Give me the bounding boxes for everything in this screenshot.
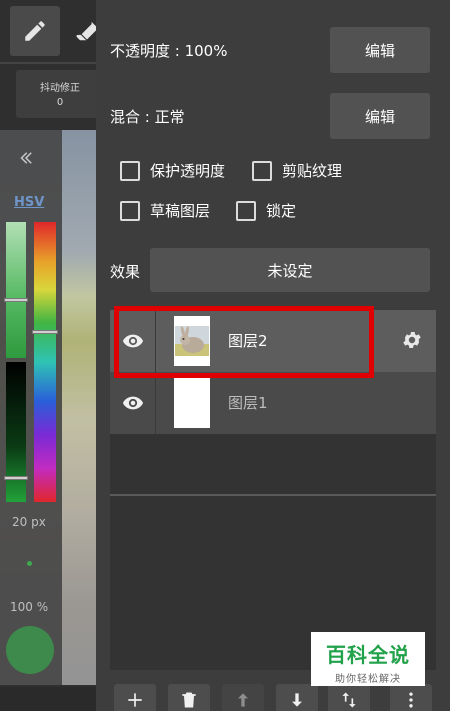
swap-vertical-icon [342, 692, 356, 708]
clipping-label: 剪贴纹理 [282, 162, 343, 180]
move-layer-down-button[interactable] [276, 684, 318, 711]
stabilizer-value: 0 [56, 97, 64, 108]
hue-slider[interactable] [34, 222, 56, 502]
checkbox-box [120, 160, 140, 181]
layer-settings-button[interactable] [400, 328, 424, 352]
arrow-down-icon [292, 693, 302, 707]
chevron-left-icon [20, 152, 32, 164]
effect-label: 效果 [110, 263, 141, 281]
edit-blend-button[interactable]: 编辑 [330, 93, 430, 139]
clipping-checkbox[interactable]: 剪贴纹理 [252, 160, 342, 181]
delete-layer-button[interactable] [168, 684, 210, 711]
collapse-panel-button[interactable] [8, 144, 44, 172]
value-slider[interactable] [6, 362, 26, 502]
checkbox-box [252, 160, 272, 181]
checkbox-box [236, 200, 256, 221]
lock-label: 锁定 [266, 202, 297, 220]
selected-layer-highlight [114, 306, 374, 378]
effect-button[interactable]: 未设定 [150, 248, 430, 292]
hsv-mode-tab[interactable]: HSV [14, 195, 44, 210]
stabilizer-label: 抖动修正 [40, 83, 80, 94]
layer-thumbnail [174, 378, 210, 428]
watermark-title: 百科全说 [326, 643, 410, 667]
toolbar-divider [0, 62, 96, 64]
lock-checkbox[interactable]: 锁定 [236, 200, 296, 221]
eye-icon [122, 396, 143, 410]
draft-layer-checkbox[interactable]: 草稿图层 [120, 200, 210, 221]
draft-layer-label: 草稿图层 [150, 202, 211, 220]
opacity-label: 不透明度 : 100% [110, 42, 228, 60]
brush-opacity-value[interactable]: 100 % [10, 600, 48, 614]
hue-slider-handle[interactable] [32, 330, 58, 334]
protect-alpha-checkbox[interactable]: 保护透明度 [120, 160, 225, 181]
stabilizer-button[interactable]: 抖动修正 0 [16, 70, 104, 118]
left-bottom-bar [0, 687, 96, 711]
plus-icon [128, 693, 142, 707]
pencil-tool-button[interactable] [10, 6, 60, 56]
layer-row-divider [110, 494, 436, 496]
protect-alpha-label: 保护透明度 [150, 162, 226, 180]
pencil-icon [25, 21, 45, 41]
value-slider-handle[interactable] [4, 476, 28, 480]
move-layer-up-button[interactable] [222, 684, 264, 711]
brush-size-value[interactable]: 20 px [12, 515, 46, 529]
more-vertical-icon [409, 692, 413, 708]
layer-row-1[interactable]: 图层1 [110, 372, 436, 496]
saturation-slider-handle[interactable] [4, 298, 28, 302]
arrow-up-icon [238, 693, 248, 707]
edit-opacity-button[interactable]: 编辑 [330, 27, 430, 73]
layer-visibility-toggle[interactable] [110, 372, 156, 434]
watermark-subtitle: 助你轻松解决 [335, 674, 401, 685]
add-layer-button[interactable] [114, 684, 156, 711]
checkbox-box [120, 200, 140, 221]
blend-label: 混合 : 正常 [110, 108, 185, 126]
saturation-slider[interactable] [6, 222, 26, 358]
watermark-logo: 百科全说 助你轻松解决 [311, 632, 425, 686]
more-options-button[interactable] [390, 684, 432, 711]
brush-preview-dot [27, 561, 32, 566]
layer-name: 图层1 [228, 394, 268, 412]
current-color-swatch[interactable] [6, 626, 54, 674]
trash-icon [182, 692, 196, 708]
merge-layer-button[interactable] [328, 684, 370, 711]
gear-icon [403, 332, 421, 348]
